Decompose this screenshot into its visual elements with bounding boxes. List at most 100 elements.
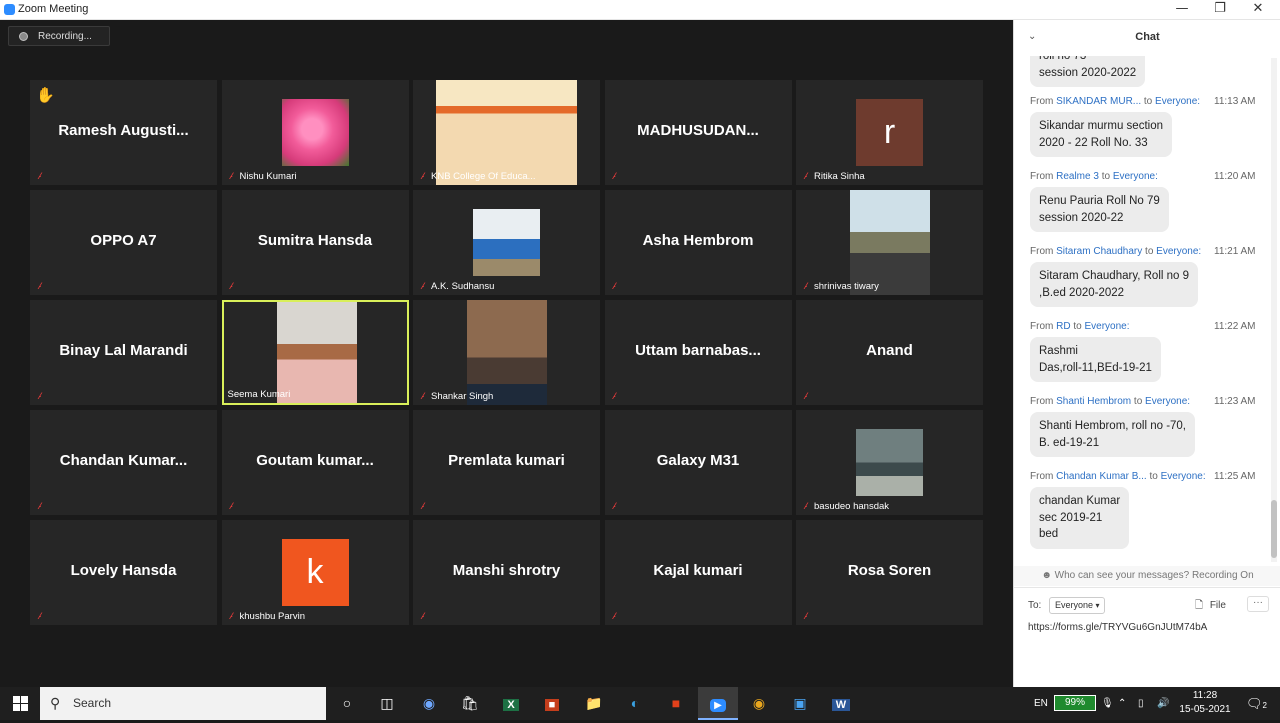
who-can-see-text: Who can see your messages? Recording On <box>1054 570 1254 581</box>
taskbar-file-explorer[interactable]: 📁 <box>574 687 614 720</box>
participant-tile[interactable]: ⁄ Shankar Singh <box>413 300 600 405</box>
participant-tile[interactable]: Binay Lal Marandi ⁄ <box>30 300 217 405</box>
battery-indicator[interactable]: 99% <box>1054 695 1096 711</box>
participant-tile[interactable]: Sumitra Hansda ⁄ <box>221 190 409 295</box>
taskbar-chrome[interactable]: ◉ <box>739 687 779 720</box>
word-icon: W <box>831 699 851 711</box>
chat-panel: ⌄ Chat roll no 73 session 2020-2022 From… <box>1013 20 1280 687</box>
participant-tile[interactable]: Goutam kumar... ⁄ <box>221 410 409 515</box>
taskbar-app-1[interactable]: ◉ <box>409 687 449 720</box>
participant-tile[interactable]: Chandan Kumar... ⁄ <box>30 410 217 515</box>
participant-tile[interactable]: ⁄ basudeo hansdak <box>796 410 983 515</box>
chat-messages[interactable]: roll no 73 session 2020-2022 From SIKAND… <box>1014 56 1280 576</box>
volume-icon[interactable]: 🔊 <box>1157 687 1169 720</box>
chat-sender[interactable]: SIKANDAR MUR... <box>1056 96 1141 107</box>
participant-name: Binay Lal Marandi <box>59 342 188 359</box>
participant-tile[interactable]: Manshi shrotry ⁄ <box>413 520 600 625</box>
chat-message-bubble: Sitaram Chaudhary, Roll no 9 ,B.ed 2020-… <box>1030 262 1198 307</box>
folder-icon: 📁 <box>585 695 603 711</box>
taskbar-store[interactable]: 🛍 <box>450 687 490 720</box>
windows-taskbar: ⚲ Search ○ ◫ ◉ 🛍 X ■ 📁 ◐ ■ ▶ ◉ ▣ W EN 99… <box>0 687 1280 720</box>
chat-message-bubble: Rashmi Das,roll-11,BEd-19-21 <box>1030 337 1161 382</box>
app-icon: ■ <box>544 699 560 711</box>
taskbar-edge[interactable]: ◐ <box>615 687 655 720</box>
taskbar-zoom[interactable]: ▶ <box>698 687 738 720</box>
muted-mic-icon: ⁄ <box>613 171 616 181</box>
maximize-button[interactable]: ❐ <box>1200 0 1240 20</box>
chat-sender[interactable]: Realme 3 <box>1056 171 1099 182</box>
start-button[interactable] <box>0 687 40 720</box>
chat-sender[interactable]: Sitaram Chaudhary <box>1056 246 1142 257</box>
participant-video <box>849 190 930 295</box>
participant-tile[interactable]: Premlata kumari ⁄ <box>413 410 600 515</box>
to-label: To: <box>1028 600 1042 611</box>
participant-label: shrinivas tiwary <box>814 281 879 292</box>
app-icon: ◉ <box>422 695 436 711</box>
more-options-button[interactable]: ··· <box>1247 596 1269 612</box>
participant-video <box>466 300 547 405</box>
taskbar-clock[interactable]: 11:28 15-05-2021 <box>1174 689 1236 717</box>
minimize-button[interactable]: — <box>1162 0 1202 20</box>
participant-tile[interactable]: Galaxy M31 ⁄ <box>604 410 792 515</box>
participant-tile[interactable]: MADHUSUDAN... ⁄ <box>604 80 792 185</box>
chat-sender[interactable]: Shanti Hembrom <box>1056 396 1131 407</box>
taskbar-photos[interactable]: ▣ <box>780 687 820 720</box>
recipient-value: Everyone <box>1055 600 1094 610</box>
chat-message-bubble: Renu Pauria Roll No 79 session 2020-22 <box>1030 187 1169 232</box>
participant-tile[interactable]: Seema Kumari <box>221 300 409 405</box>
chat-scrollbar[interactable] <box>1271 58 1277 562</box>
participant-tile[interactable]: k ⁄ khushbu Parvin <box>221 520 409 625</box>
participant-label: Ritika Sinha <box>814 171 865 182</box>
participant-tile[interactable]: Rosa Soren ⁄ <box>796 520 983 625</box>
participant-name: Lovely Hansda <box>70 562 177 579</box>
chevron-up-icon[interactable]: ⌃ <box>1118 687 1126 720</box>
task-view-button[interactable]: ◫ <box>367 687 407 720</box>
taskbar-app-2[interactable]: ■ <box>532 687 572 720</box>
close-button[interactable]: ✕ <box>1238 0 1278 20</box>
participant-tile[interactable]: Anand ⁄ <box>796 300 983 405</box>
search-placeholder: Search <box>73 696 112 710</box>
participant-name: Galaxy M31 <box>656 452 740 469</box>
clock-time: 11:28 <box>1192 690 1218 701</box>
muted-mic-icon: ⁄ <box>39 611 41 621</box>
participant-video <box>473 209 540 276</box>
recipient-select[interactable]: Everyone ▾ <box>1049 597 1105 614</box>
participant-tile[interactable]: ⁄ shrinivas tiwary <box>796 190 983 295</box>
search-icon: ⚲ <box>50 695 61 711</box>
participant-tile[interactable]: ✋ Ramesh Augusti... ⁄ <box>30 80 217 185</box>
recording-indicator[interactable]: Recording... <box>8 26 110 46</box>
file-button[interactable]: 🗋 File <box>1195 598 1226 615</box>
chat-sender[interactable]: Chandan Kumar B... <box>1056 471 1147 482</box>
participant-tile[interactable]: Asha Hembrom ⁄ <box>604 190 792 295</box>
circle-icon: ○ <box>342 695 352 711</box>
participant-tile[interactable]: Uttam barnabas... ⁄ <box>604 300 792 405</box>
battery-icon[interactable]: ▯ <box>1138 687 1144 720</box>
muted-mic-icon: ⁄ <box>805 501 807 511</box>
taskbar-office[interactable]: ■ <box>656 687 696 720</box>
participant-tile[interactable]: r ⁄ Ritika Sinha <box>796 80 983 185</box>
participant-tile[interactable]: OPPO A7 ⁄ <box>30 190 217 295</box>
language-indicator[interactable]: EN <box>1034 687 1048 720</box>
cortana-button[interactable]: ○ <box>327 687 367 720</box>
chat-time: 11:13 AM <box>1214 96 1256 107</box>
participant-tile[interactable]: ⁄ Nishu Kumari <box>221 80 409 185</box>
chat-target: Everyone: <box>1160 471 1206 482</box>
taskbar-search[interactable]: ⚲ Search <box>40 687 326 720</box>
chrome-icon: ◉ <box>752 695 766 711</box>
taskbar-excel[interactable]: X <box>491 687 531 720</box>
who-can-see-link[interactable]: ☻ Who can see your messages? Recording O… <box>1014 566 1280 586</box>
notification-icon[interactable]: 🗨2 <box>1246 687 1267 720</box>
taskbar-word[interactable]: W <box>821 687 861 720</box>
muted-mic-icon: ⁄ <box>422 281 424 291</box>
microphone-icon[interactable]: 🎙 <box>1101 687 1114 720</box>
participant-name: Uttam barnabas... <box>635 342 761 359</box>
chat-scrollbar-thumb[interactable] <box>1271 500 1277 558</box>
participant-tile[interactable]: ⁄ A.K. Sudhansu <box>413 190 600 295</box>
participant-tile[interactable]: ⁄ KNB College Of Educa... <box>413 80 600 185</box>
chat-sender[interactable]: RD <box>1056 321 1070 332</box>
participant-tile[interactable]: Lovely Hansda ⁄ <box>30 520 217 625</box>
participant-label: Shankar Singh <box>431 391 494 402</box>
muted-mic-icon: ⁄ <box>805 281 807 291</box>
participant-tile[interactable]: Kajal kumari ⁄ <box>604 520 792 625</box>
chat-input[interactable]: https://forms.gle/TRYVGu6GnJUtM74bA <box>1028 622 1268 633</box>
